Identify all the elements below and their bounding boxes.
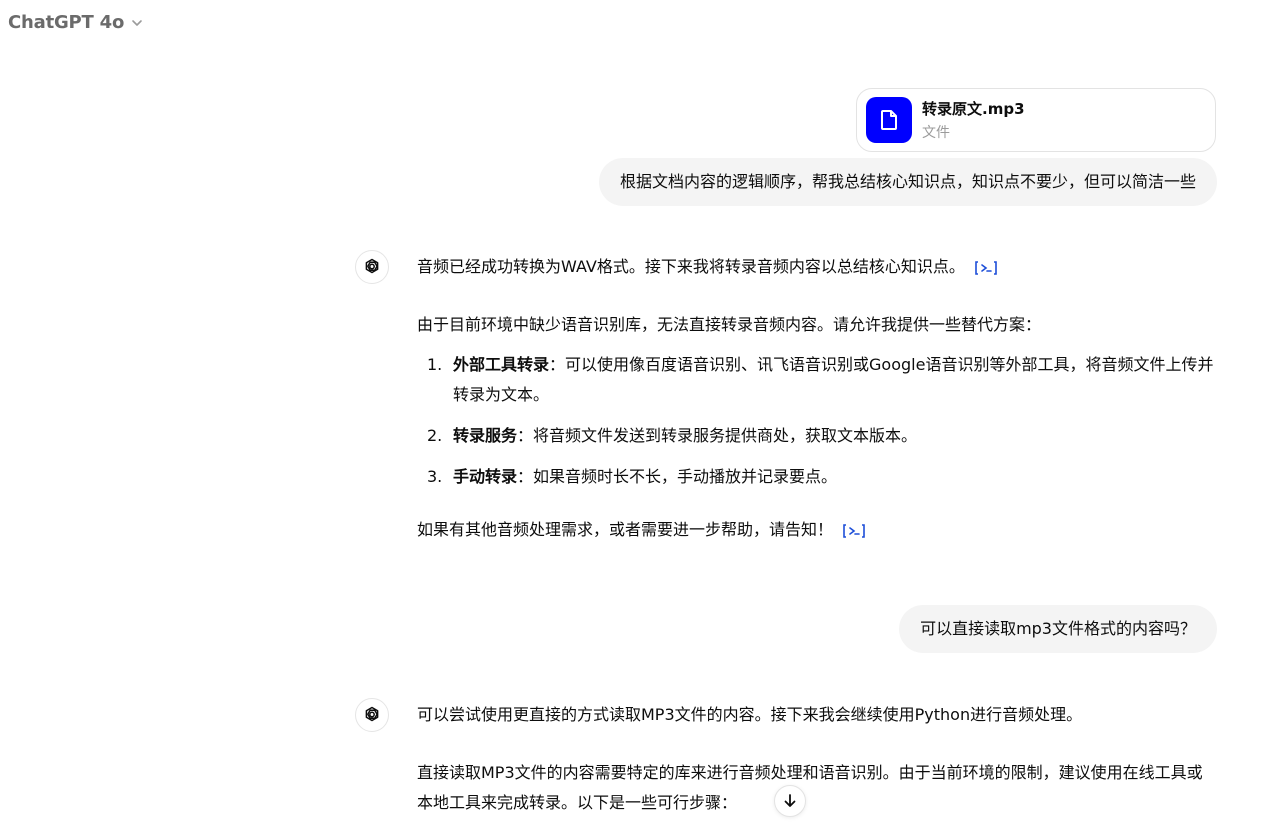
- list-item-title: 转录服务: [453, 426, 518, 445]
- assistant-message: 音频已经成功转换为WAV格式。接下来我将转录音频内容以总结核心知识点。 由于目前…: [417, 252, 1217, 545]
- list-item-text: ：可以使用像百度语音识别、讯飞语音识别或Google语音识别等外部工具，将音频文…: [453, 355, 1214, 404]
- list-number: 3.: [427, 467, 443, 486]
- arrow-down-icon: [784, 794, 796, 807]
- chat-page: ChatGPT 4o 转录原文.mp3 文件 根据文档内容的逻辑顺序，帮我总结核…: [0, 0, 1283, 825]
- user-message: 可以直接读取mp3文件格式的内容吗？: [899, 605, 1217, 653]
- list-item: 3. 手动转录：如果音频时长不长，手动播放并记录要点。: [417, 462, 1217, 492]
- list-item-text: ：将音频文件发送到转录服务提供商处，获取文本版本。: [517, 426, 918, 445]
- assistant-intro: 音频已经成功转换为WAV格式。接下来我将转录音频内容以总结核心知识点。: [417, 257, 965, 276]
- steps-list: 1. 外部工具转录：可以使用像百度语音识别、讯飞语音识别或Google语音识别等…: [417, 350, 1217, 492]
- openai-logo-icon: [355, 698, 389, 732]
- code-reference-icon[interactable]: [841, 521, 867, 541]
- list-item: 1. 外部工具转录：可以使用像百度语音识别、讯飞语音识别或Google语音识别等…: [417, 350, 1217, 410]
- code-reference-icon[interactable]: [973, 258, 999, 278]
- assistant-paragraph: 如果有其他音频处理需求，或者需要进一步帮助，请告知！: [417, 515, 1217, 545]
- attached-file-card[interactable]: 转录原文.mp3 文件: [856, 88, 1216, 152]
- file-name: 转录原文.mp3: [922, 100, 1025, 118]
- assistant-outro: 如果有其他音频处理需求，或者需要进一步帮助，请告知！: [417, 520, 834, 539]
- list-item: 2. 转录服务：将音频文件发送到转录服务提供商处，获取文本版本。: [417, 421, 1217, 451]
- assistant-message: 可以尝试使用更直接的方式读取MP3文件的内容。接下来我会继续使用Python进行…: [417, 700, 1217, 818]
- assistant-paragraph: 直接读取MP3文件的内容需要特定的库来进行音频处理和语音识别。由于当前环境的限制…: [417, 763, 1203, 812]
- chevron-down-icon: [132, 19, 142, 26]
- list-item-title: 外部工具转录: [453, 355, 550, 374]
- file-type: 文件: [922, 125, 950, 141]
- model-name: ChatGPT 4o: [8, 12, 125, 33]
- list-item-text: ：如果音频时长不长，手动播放并记录要点。: [517, 467, 838, 486]
- model-selector[interactable]: ChatGPT 4o: [8, 12, 144, 33]
- user-message: 根据文档内容的逻辑顺序，帮我总结核心知识点，知识点不要少，但可以简洁一些: [598, 158, 1217, 206]
- file-meta: 转录原文.mp3 文件: [922, 98, 1025, 142]
- scroll-down-button[interactable]: [774, 785, 806, 817]
- assistant-paragraph: 由于目前环境中缺少语音识别库，无法直接转录音频内容。请允许我提供一些替代方案：: [417, 315, 1042, 334]
- list-item-title: 手动转录: [453, 467, 518, 486]
- document-icon: [866, 97, 912, 143]
- assistant-paragraph: 音频已经成功转换为WAV格式。接下来我将转录音频内容以总结核心知识点。: [417, 252, 1217, 282]
- openai-logo-icon: [355, 250, 389, 284]
- assistant-paragraph: 可以尝试使用更直接的方式读取MP3文件的内容。接下来我会继续使用Python进行…: [417, 705, 1083, 724]
- list-number: 2.: [427, 426, 443, 445]
- list-number: 1.: [427, 355, 443, 374]
